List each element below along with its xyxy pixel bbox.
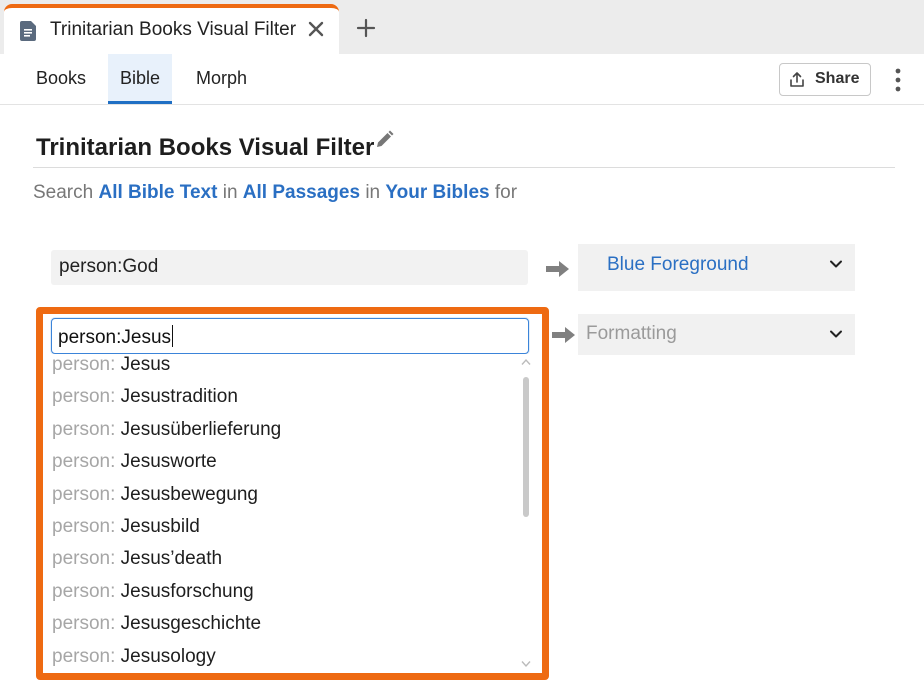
item-value: Jesus’death (120, 548, 223, 569)
chevron-down-icon (830, 330, 842, 338)
autocomplete-item[interactable]: person: Jesusbild (52, 516, 200, 548)
tab-morph[interactable]: Morph (184, 54, 259, 104)
autocomplete-item[interactable]: person: Jesus (52, 354, 170, 386)
item-prefix: person: (52, 419, 116, 440)
scope-link[interactable]: All Bible Text (98, 182, 217, 203)
autocomplete-item[interactable]: person: Jesusforschung (52, 581, 254, 613)
search-suffix: for (494, 182, 518, 203)
autocomplete-list: person: Jesus person: Jesustradition per… (43, 354, 534, 673)
item-prefix: person: (52, 354, 116, 375)
format-select-1-value: Blue Foreground (607, 254, 749, 275)
query-field-2-text: person:Jesus (58, 327, 172, 348)
format-select-1[interactable]: Blue Foreground (578, 244, 855, 291)
document-icon (20, 21, 36, 41)
tab-bible[interactable]: Bible (108, 54, 173, 104)
range-link[interactable]: All Passages (243, 182, 360, 203)
item-prefix: person: (52, 386, 116, 407)
share-label: Share (815, 70, 860, 87)
autocomplete-item[interactable]: person: Jesusworte (52, 451, 217, 483)
format-select-2-value: Formatting (586, 323, 677, 344)
search-scope-line: Search All Bible Text in All Passages in… (33, 182, 517, 204)
scroll-down-icon[interactable] (521, 660, 531, 668)
format-select-2[interactable]: Formatting (578, 314, 855, 355)
scroll-up-icon[interactable] (521, 358, 531, 366)
item-prefix: person: (52, 451, 116, 472)
pencil-icon[interactable] (373, 129, 395, 151)
item-prefix: person: (52, 484, 116, 505)
item-prefix: person: (52, 516, 116, 537)
title-divider (33, 167, 895, 168)
item-value: Jesusbild (120, 516, 200, 537)
item-prefix: person: (52, 548, 116, 569)
autocomplete-item[interactable]: person: Jesusüberlieferung (52, 419, 281, 451)
item-value: Jesusgeschichte (120, 613, 262, 634)
query-field-2[interactable]: person:Jesus (51, 318, 529, 354)
text-caret (172, 325, 174, 347)
share-button[interactable]: Share (779, 63, 871, 96)
autocomplete-item[interactable]: person: Jesus’death (52, 548, 222, 580)
item-value: Jesusology (120, 646, 216, 667)
tab-books[interactable]: Books (24, 54, 98, 104)
item-prefix: person: (52, 646, 116, 667)
tab-strip: Trinitarian Books Visual Filter (0, 0, 924, 54)
more-vertical-icon[interactable] (888, 66, 908, 94)
item-value: Jesusüberlieferung (120, 419, 282, 440)
item-value: Jesus (120, 354, 171, 375)
new-tab-plus-icon[interactable] (354, 16, 378, 40)
autocomplete-item[interactable]: person: Jesusgeschichte (52, 613, 261, 645)
toolbar: Books Bible Morph Share (0, 54, 924, 105)
search-in-label: in (222, 182, 238, 203)
search-in-label-2: in (365, 182, 381, 203)
item-value: Jesusbewegung (120, 484, 258, 505)
close-icon[interactable] (304, 17, 328, 41)
autocomplete-item[interactable]: person: Jesusbewegung (52, 484, 258, 516)
scrollbar-thumb[interactable] (523, 377, 529, 517)
document-tab[interactable]: Trinitarian Books Visual Filter (4, 4, 339, 54)
search-prefix: Search (33, 182, 94, 203)
arrow-right-icon (552, 327, 575, 343)
source-link[interactable]: Your Bibles (385, 182, 489, 203)
share-icon (790, 72, 804, 87)
chevron-down-icon (830, 260, 842, 268)
item-value: Jesusforschung (120, 581, 254, 602)
item-prefix: person: (52, 581, 116, 602)
item-value: Jesustradition (120, 386, 238, 407)
autocomplete-item[interactable]: person: Jesusology (52, 646, 216, 673)
item-value: Jesusworte (120, 451, 217, 472)
panel-title: Trinitarian Books Visual Filter (36, 134, 375, 161)
item-prefix: person: (52, 613, 116, 634)
autocomplete-item[interactable]: person: Jesustradition (52, 386, 238, 418)
query-field-1[interactable]: person:God (51, 250, 528, 285)
arrow-right-icon (546, 261, 569, 277)
document-tab-title: Trinitarian Books Visual Filter (50, 19, 297, 40)
